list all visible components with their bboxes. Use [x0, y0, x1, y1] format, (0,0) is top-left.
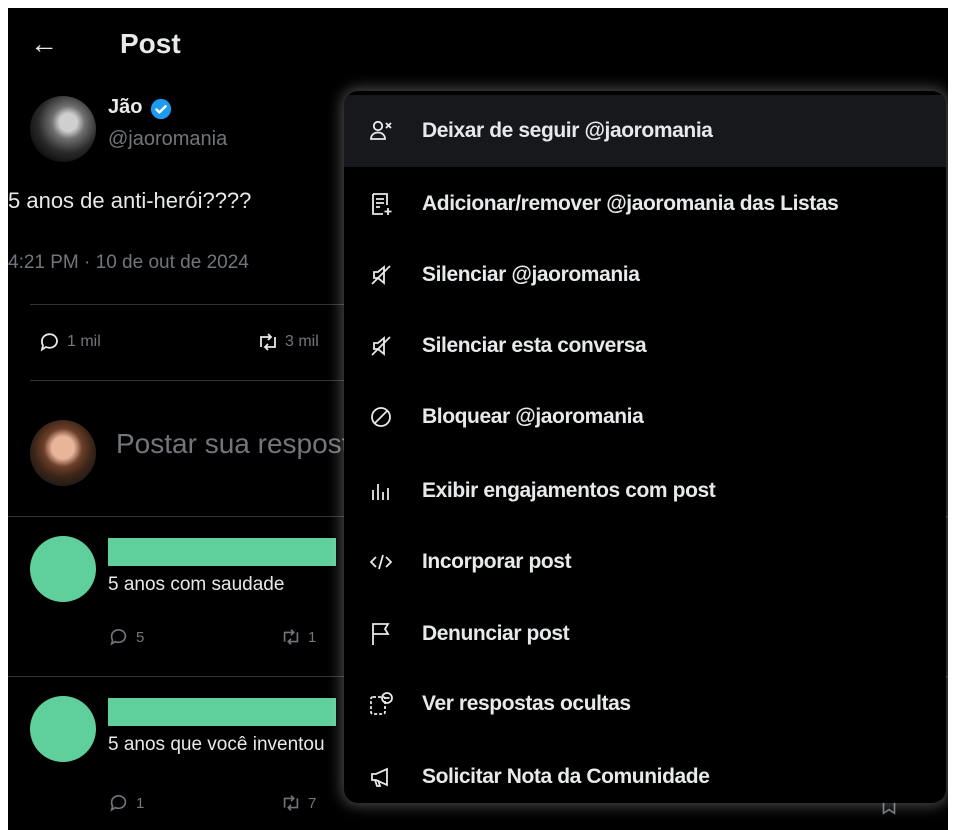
- hidden-replies-icon: [368, 691, 394, 717]
- reply-count: 1: [136, 794, 145, 812]
- menu-item-embed[interactable]: Incorporar post: [344, 526, 946, 598]
- menu-item-lists[interactable]: Adicionar/remover @jaoromania das Listas: [344, 168, 946, 240]
- divider: [30, 380, 370, 381]
- menu-item-unfollow[interactable]: Deixar de seguir @jaoromania: [344, 95, 946, 167]
- block-icon: [368, 404, 394, 430]
- repost-count: 3 mil: [285, 333, 319, 350]
- menu-item-block[interactable]: Bloquear @jaoromania: [344, 381, 946, 453]
- reply-icon: [110, 795, 127, 812]
- flag-icon: [368, 621, 394, 647]
- reply-input[interactable]: Postar sua resposta: [116, 428, 365, 460]
- reply-icon: [40, 333, 58, 352]
- reply-count: 1 mil: [67, 333, 101, 350]
- current-user-avatar: [30, 420, 96, 486]
- post-options-menu: Deixar de seguir @jaoromania Adicionar/r…: [344, 91, 946, 803]
- repost-button[interactable]: 7: [280, 792, 316, 814]
- page-title: Post: [120, 28, 181, 59]
- post-text: 5 anos de anti-herói????: [8, 188, 252, 213]
- menu-item-mute-user[interactable]: Silenciar @jaoromania: [344, 239, 946, 311]
- back-arrow-icon[interactable]: ←: [30, 26, 58, 62]
- menu-item-label: Bloquear @jaoromania: [422, 405, 644, 428]
- menu-item-label: Silenciar @jaoromania: [422, 263, 640, 286]
- repost-count: 7: [308, 794, 317, 812]
- menu-item-label: Denunciar post: [422, 622, 570, 645]
- author-name[interactable]: Jão: [108, 96, 142, 119]
- menu-item-label: Adicionar/remover @jaoromania das Listas: [422, 192, 839, 215]
- post-timestamp[interactable]: 4:21 PM · 10 de out de 2024: [8, 252, 249, 274]
- megaphone-icon: [368, 764, 394, 790]
- verified-badge-icon: [150, 98, 172, 120]
- repost-icon: [283, 629, 299, 645]
- menu-item-label: Ver respostas ocultas: [422, 692, 631, 715]
- reply-count: 5: [136, 628, 145, 646]
- reply-count-button[interactable]: 1 mil: [38, 330, 101, 354]
- menu-item-community-note[interactable]: Solicitar Nota da Comunidade: [344, 741, 946, 803]
- redacted-username: [108, 698, 336, 726]
- mute-icon: [368, 333, 394, 359]
- menu-item-label: Deixar de seguir @jaoromania: [422, 119, 713, 142]
- engagement-icon: [368, 478, 394, 504]
- repost-icon: [260, 333, 276, 351]
- author-avatar[interactable]: [30, 96, 96, 162]
- menu-item-label: Exibir engajamentos com post: [422, 479, 716, 502]
- embed-icon: [368, 549, 394, 575]
- reply-avatar-redacted[interactable]: [30, 696, 96, 762]
- reply-button[interactable]: 1: [108, 792, 144, 814]
- redacted-username: [108, 538, 336, 566]
- menu-item-label: Solicitar Nota da Comunidade: [422, 765, 710, 788]
- repost-icon: [283, 795, 299, 811]
- reply-text: 5 anos que você inventou: [108, 734, 325, 755]
- author-handle[interactable]: @jaoromania: [108, 128, 227, 151]
- repost-count-button[interactable]: 3 mil: [256, 330, 319, 354]
- menu-item-label: Incorporar post: [422, 550, 572, 573]
- divider: [30, 304, 370, 305]
- reply-icon: [110, 629, 127, 646]
- menu-item-mute-conversation[interactable]: Silenciar esta conversa: [344, 310, 946, 382]
- mute-icon: [368, 262, 394, 288]
- menu-item-hidden-replies[interactable]: Ver respostas ocultas: [344, 668, 946, 740]
- list-add-icon: [368, 191, 394, 217]
- reply-avatar-redacted[interactable]: [30, 536, 96, 602]
- unfollow-icon: [368, 118, 394, 144]
- menu-item-label: Silenciar esta conversa: [422, 334, 647, 357]
- reply-button[interactable]: 5: [108, 626, 144, 648]
- reply-text: 5 anos com saudade: [108, 574, 285, 595]
- app-window: ← Post Jão @jaoromania 5 anos de anti-he…: [8, 8, 948, 830]
- menu-item-report[interactable]: Denunciar post: [344, 598, 946, 670]
- repost-count: 1: [308, 628, 317, 646]
- menu-item-engagements[interactable]: Exibir engajamentos com post: [344, 455, 946, 527]
- repost-button[interactable]: 1: [280, 626, 316, 648]
